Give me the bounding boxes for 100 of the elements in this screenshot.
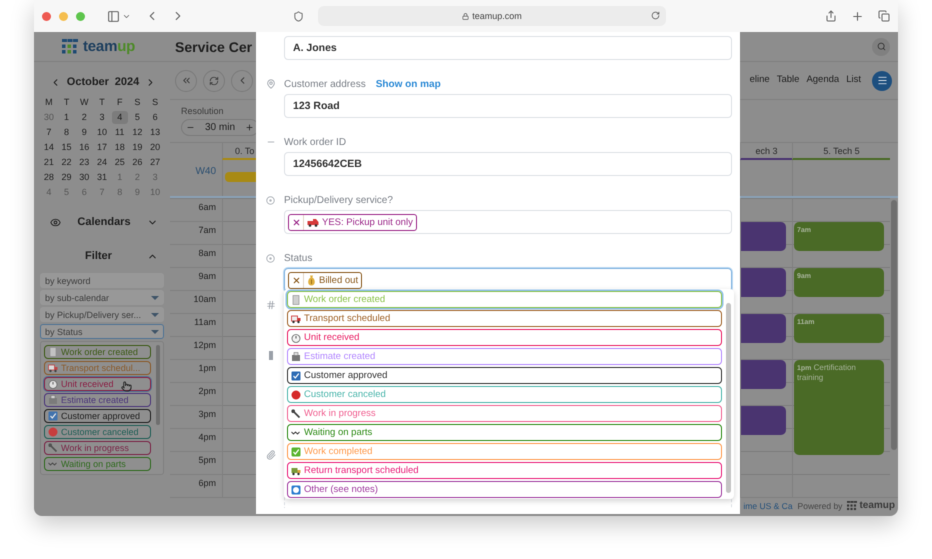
calendar-day[interactable]: 17 (94, 141, 110, 154)
pickup-truck-icon (307, 218, 319, 226)
calendar-day[interactable]: 12 (130, 126, 146, 139)
close-window-button[interactable] (42, 12, 51, 20)
year-label: 2024 (114, 76, 140, 88)
hour-label: 5pm (170, 451, 222, 474)
calendar-day[interactable]: 11 (112, 126, 128, 139)
search-button[interactable] (872, 38, 890, 56)
paperclip-icon (266, 450, 276, 460)
fax-icon (48, 395, 58, 405)
map-pin-icon (266, 79, 276, 89)
close-icon (292, 276, 300, 284)
tag-label: YES: Pickup unit only (322, 216, 413, 228)
status-option[interactable]: Other (see notes) (287, 481, 722, 498)
scrollbar[interactable] (156, 345, 160, 425)
status-option[interactable]: Estimate created (287, 348, 722, 365)
calendar-day[interactable]: 8 (58, 126, 74, 139)
text-field[interactable]: 123 Road (284, 94, 732, 118)
status-option[interactable]: Work in progress (287, 405, 722, 422)
filter-input[interactable]: by keyword (40, 273, 164, 288)
status-option[interactable]: Unit received (287, 329, 722, 346)
refresh-button[interactable] (203, 70, 225, 92)
text-field[interactable]: 12456642CEB (284, 152, 732, 176)
calendar-day[interactable]: 21 (41, 156, 57, 169)
view-tab[interactable]: eline (748, 74, 772, 87)
calendar-day[interactable]: 16 (76, 141, 92, 154)
status-option[interactable]: Transport scheduled (287, 310, 722, 327)
timezone-link[interactable]: ime US & Ca (743, 500, 793, 510)
status-option[interactable]: Customer approved (287, 367, 722, 384)
new-tab-button[interactable] (851, 10, 864, 22)
filter-heading[interactable]: Filter (50, 250, 147, 262)
choice-field[interactable]: YES: Pickup unit only (284, 210, 732, 234)
calendar-day[interactable]: 27 (147, 156, 163, 169)
calendar-day[interactable]: 28 (41, 171, 57, 184)
calendar-day[interactable]: 29 (58, 171, 74, 184)
status-option[interactable]: Work in progress (44, 441, 151, 455)
document-icon (48, 347, 58, 357)
dropdown-arrow-icon (151, 296, 159, 300)
text-field[interactable]: A. Jones (284, 36, 732, 60)
filter-select[interactable]: by Status (40, 324, 164, 339)
view-tab[interactable]: Agenda (804, 74, 842, 87)
hour-label: 6pm (170, 474, 222, 497)
tag-label: Billed out (319, 274, 358, 286)
calendar-day[interactable]: 18 (112, 141, 128, 154)
calendar-day[interactable]: 6 (147, 111, 163, 124)
status-option[interactable]: Unit received (44, 377, 151, 391)
menu-button[interactable] (872, 70, 892, 90)
calendar-day[interactable]: 14 (41, 141, 57, 154)
month-label: October (66, 76, 109, 88)
calendar-day[interactable]: 20 (147, 141, 163, 154)
calendar-day[interactable]: 5 (130, 111, 146, 124)
status-option[interactable]: Return transport scheduled (287, 462, 722, 479)
view-tab[interactable]: List (844, 74, 863, 87)
hour-label: 3pm (170, 405, 222, 428)
reload-button[interactable] (651, 11, 660, 20)
status-option[interactable]: Customer approved (44, 409, 151, 423)
menu-icon (876, 75, 888, 86)
hour-label: 12pm (170, 336, 222, 359)
plus-icon[interactable] (244, 123, 254, 132)
calendar-day[interactable]: 22 (58, 156, 74, 169)
dropdown-arrow-icon (151, 312, 159, 316)
calendar-day[interactable]: 2 (76, 111, 92, 124)
show-on-map-link[interactable]: Show on map (376, 78, 441, 90)
calendar-day[interactable]: 19 (130, 141, 146, 154)
share-button[interactable] (825, 10, 837, 22)
scrollbar[interactable] (726, 303, 731, 493)
hour-label: 2pm (170, 382, 222, 405)
status-option[interactable]: Waiting on parts (287, 424, 722, 441)
calendar-day[interactable]: 15 (58, 141, 74, 154)
calendar-day[interactable]: 23 (76, 156, 92, 169)
shield-icon[interactable] (293, 10, 304, 22)
calendar-day[interactable]: 4 (112, 111, 128, 124)
view-tab[interactable]: Table (774, 74, 802, 87)
resolution-label: Resolution (181, 106, 224, 116)
calendar-day[interactable]: 25 (112, 156, 128, 169)
scrollbar[interactable] (891, 200, 897, 450)
calendar-day[interactable]: 26 (130, 156, 146, 169)
hand-cursor-icon (121, 381, 132, 392)
all-day-event[interactable] (225, 172, 257, 182)
calendar-day[interactable]: 10 (94, 126, 110, 139)
hour-label: 7am (170, 221, 222, 244)
calendar-day[interactable]: 30 (76, 171, 92, 184)
choice-field[interactable]: Billed out (284, 268, 732, 292)
sidebar-toggle-icon[interactable] (107, 10, 120, 22)
filter-select[interactable]: by sub-calendar (40, 290, 164, 305)
previous-period-button[interactable] (175, 70, 197, 92)
calendar-day[interactable]: 24 (94, 156, 110, 169)
calendar-day[interactable]: 3 (94, 111, 110, 124)
calendar-day[interactable]: 1 (58, 111, 74, 124)
filter-select[interactable]: by Pickup/Delivery ser... (40, 307, 164, 322)
brand-name: teamup (83, 38, 136, 55)
calendars-heading[interactable]: Calendars (61, 216, 147, 228)
search-icon (876, 42, 886, 51)
calendar-day[interactable]: 9 (76, 126, 92, 139)
calendar-day[interactable]: 7 (41, 126, 57, 139)
status-option[interactable]: Estimate created (44, 393, 151, 407)
tab-overview-button[interactable] (878, 10, 890, 22)
calendar-day[interactable]: 13 (147, 126, 163, 139)
address-field[interactable]: teamup.com (318, 6, 666, 26)
calendar-day[interactable]: 31 (94, 171, 110, 184)
